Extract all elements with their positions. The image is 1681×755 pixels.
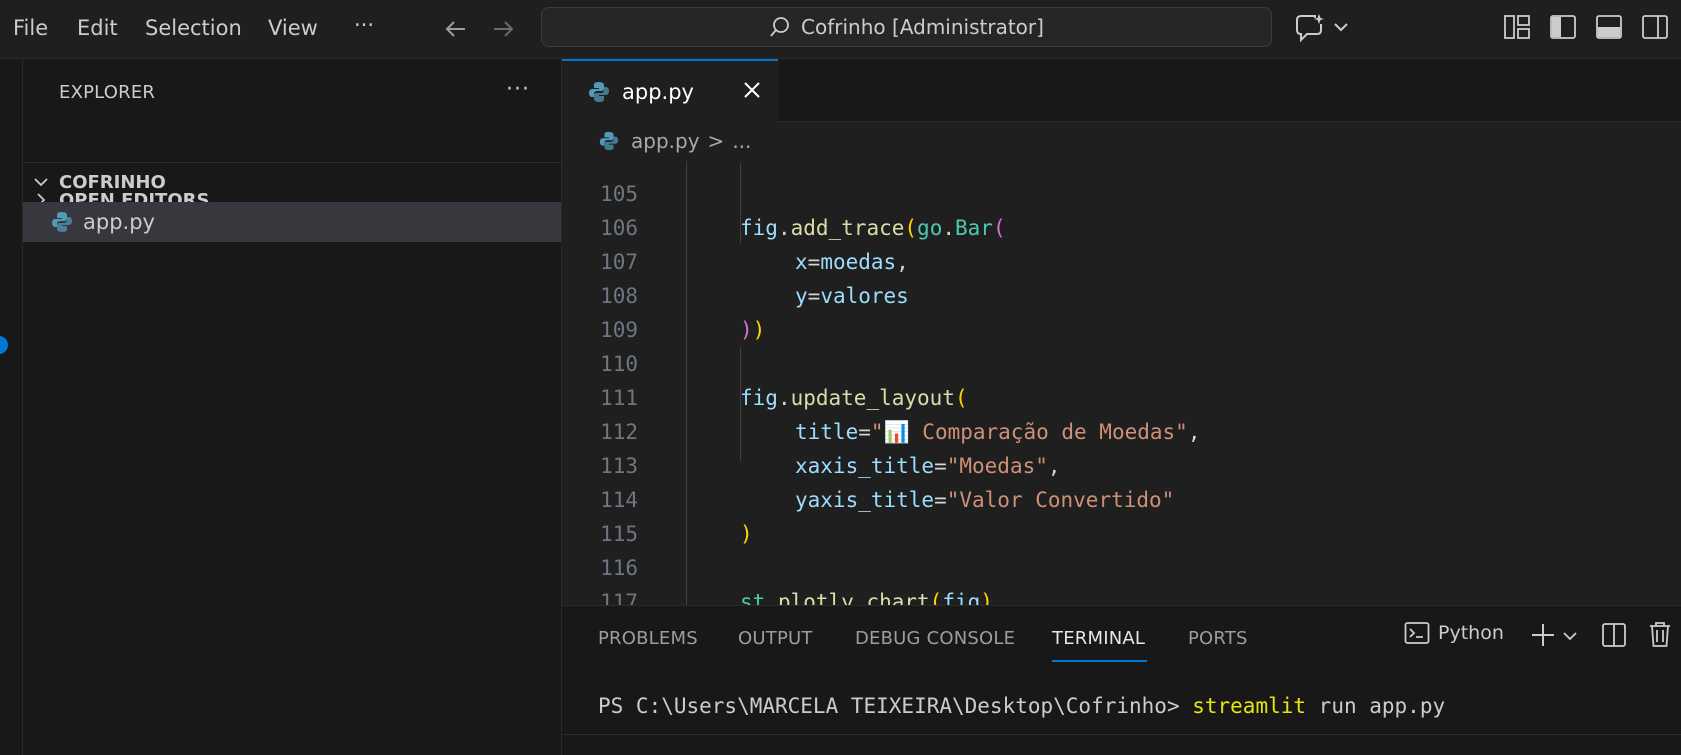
tab-label: app.py [622, 79, 694, 104]
folder-cofrinho-row[interactable]: COFRINHO [23, 163, 561, 201]
code-line: 111 title="📊 Comparação de Moedas", [562, 347, 1681, 444]
code-line: 106 x=moedas, [562, 177, 1681, 274]
python-icon [589, 81, 609, 102]
code-line: 112 xaxis_title="Moedas", [562, 381, 1681, 478]
python-icon [52, 212, 72, 232]
activity-badge [0, 336, 8, 354]
panel-tab-debug-console[interactable]: DEBUG CONSOLE [855, 628, 1015, 649]
terminal-icon [1404, 622, 1430, 644]
split-terminal-icon[interactable] [1601, 622, 1627, 648]
forward-arrow-icon[interactable] [488, 14, 518, 44]
chevron-down-icon[interactable] [1562, 628, 1578, 644]
tab-bar: app.py [562, 59, 1681, 122]
editor-area: app.py app.py > ... 105 fig.add_trace(go… [562, 59, 1681, 755]
code-line: 109 [562, 279, 1681, 342]
terminal-shell-label: Python [1438, 622, 1504, 644]
active-tab-indicator [1052, 660, 1147, 662]
terminal-divider [562, 734, 1681, 735]
toggle-primary-sidebar-icon[interactable] [1549, 13, 1577, 41]
close-icon[interactable] [740, 78, 764, 102]
chevron-down-icon [34, 178, 48, 187]
menu-selection[interactable]: Selection [145, 16, 242, 40]
terminal-args: run app.py [1306, 694, 1446, 718]
search-icon [770, 17, 789, 37]
trash-icon[interactable] [1647, 620, 1673, 648]
terminal-output[interactable]: PS C:\Users\MARCELA TEIXEIRA\Desktop\Cof… [598, 694, 1445, 718]
code-line: 115 [562, 483, 1681, 546]
tab-app-py[interactable]: app.py [562, 59, 778, 122]
toggle-secondary-sidebar-icon[interactable] [1641, 13, 1669, 41]
code-line: 105 fig.add_trace(go.Bar( [562, 161, 1681, 240]
code-line: 107 y=valores [562, 211, 1681, 308]
title-bar: File Edit Selection View ··· Cofrinho [A… [0, 0, 1681, 59]
code-line: 117 [562, 551, 1681, 614]
code-line: 116 st.plotly_chart(fig) [562, 517, 1681, 614]
breadcrumb: app.py > ... [562, 121, 1681, 161]
panel-tab-ports[interactable]: PORTS [1188, 628, 1248, 649]
breadcrumb-symbols[interactable]: ... [732, 129, 751, 153]
menu-file[interactable]: File [13, 16, 48, 40]
terminal-command: streamlit [1192, 694, 1307, 718]
breadcrumb-separator: > [707, 129, 725, 153]
code-line: 110 fig.update_layout( [562, 313, 1681, 410]
code-line: 113 yaxis_title="Valor Convertido" [562, 415, 1681, 512]
menu-more[interactable]: ··· [354, 13, 374, 37]
code-line: 114 ) [562, 449, 1681, 546]
menu-edit[interactable]: Edit [77, 16, 118, 40]
terminal-prompt: PS C:\Users\MARCELA TEIXEIRA\Desktop\Cof… [598, 694, 1193, 718]
back-arrow-icon[interactable] [441, 14, 471, 44]
terminal-profile[interactable]: Python [1404, 620, 1504, 646]
bottom-panel: PROBLEMS OUTPUT DEBUG CONSOLE TERMINAL P… [562, 605, 1681, 755]
command-center-text: Cofrinho [Administrator] [801, 15, 1044, 39]
explorer-title: EXPLORER [59, 82, 156, 103]
code-editor[interactable]: 105 fig.add_trace(go.Bar( 106 x=moedas, … [562, 161, 1681, 664]
breadcrumb-file[interactable]: app.py [631, 129, 700, 153]
activity-bar [0, 59, 23, 755]
panel-tab-terminal[interactable]: TERMINAL [1052, 628, 1145, 649]
copilot-chat-icon[interactable] [1293, 12, 1353, 44]
command-center[interactable]: Cofrinho [Administrator] [541, 7, 1272, 47]
folder-label: COFRINHO [59, 171, 166, 193]
menu-view[interactable]: View [268, 16, 318, 40]
customize-layout-icon[interactable] [1503, 13, 1531, 41]
panel-tab-output[interactable]: OUTPUT [738, 628, 813, 649]
python-icon [599, 131, 619, 151]
code-line: 108 )) [562, 245, 1681, 342]
panel-tab-problems[interactable]: PROBLEMS [598, 628, 698, 649]
new-terminal-icon[interactable] [1530, 622, 1556, 648]
toggle-panel-icon[interactable] [1595, 13, 1623, 41]
explorer-more-button[interactable]: ··· [506, 77, 530, 102]
file-label: app.py [83, 210, 155, 234]
file-item-app-py[interactable]: app.py [23, 202, 561, 242]
